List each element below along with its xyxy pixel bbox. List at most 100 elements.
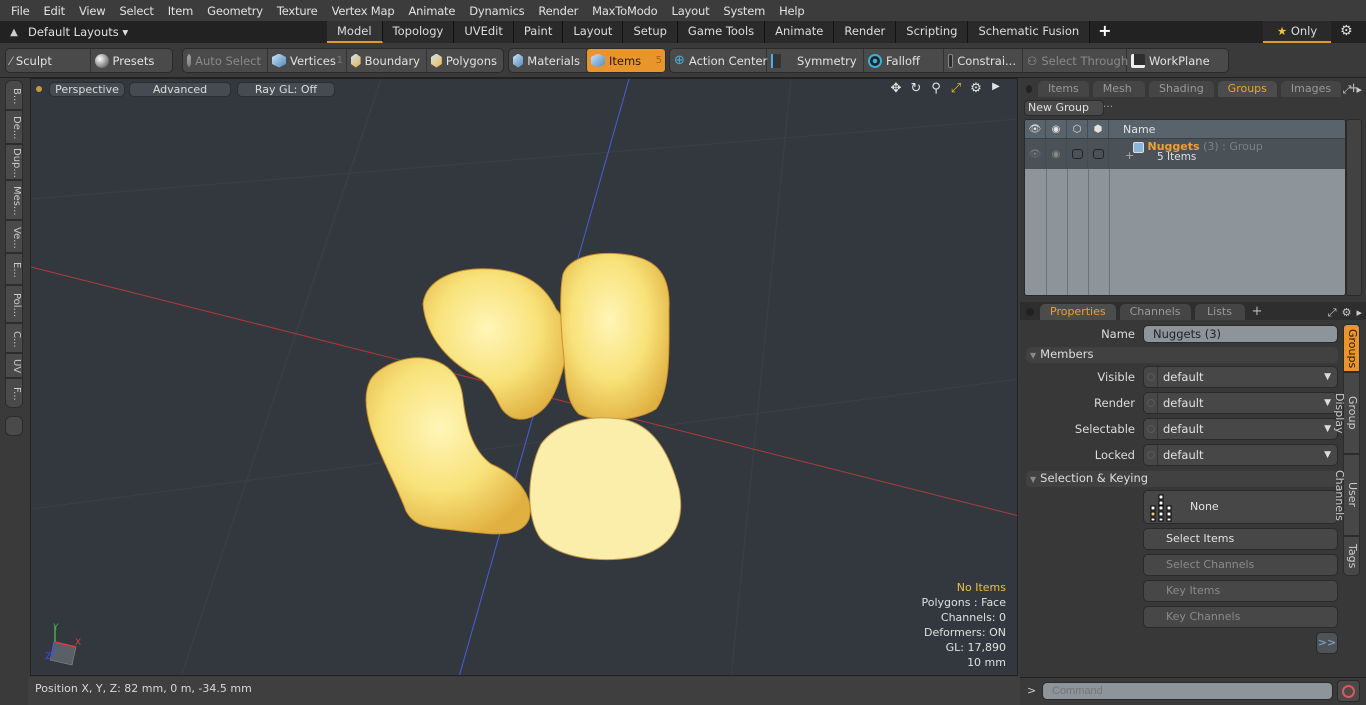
row-select-toggle[interactable] <box>1088 139 1109 169</box>
name-column-header[interactable]: Name <box>1109 123 1155 136</box>
members-section[interactable]: ▼ Members <box>1026 347 1338 363</box>
menu-dynamics[interactable]: Dynamics <box>462 4 531 18</box>
group-list-scrollbar[interactable] <box>1346 119 1362 296</box>
name-input[interactable]: Nuggets (3) <box>1143 325 1338 343</box>
arrow-right-icon[interactable]: ▸ <box>1356 306 1362 320</box>
only-toggle[interactable]: ★ Only <box>1263 21 1331 43</box>
menu-file[interactable]: File <box>4 4 36 18</box>
tab-animate[interactable]: Animate <box>765 21 835 43</box>
hierarchy-none-button[interactable]: None <box>1143 490 1338 524</box>
presets-button[interactable]: Presets <box>91 49 173 72</box>
tab-model[interactable]: Model <box>327 21 383 43</box>
symmetry-button[interactable]: Symmetry <box>767 49 864 72</box>
tab-paint[interactable]: Paint <box>513 21 564 43</box>
group-row-nuggets[interactable]: 👁 ◉ + Nuggets (3) : Group 5 Items <box>1025 138 1345 169</box>
gear-icon[interactable]: ⚙ <box>1342 306 1352 320</box>
left-tab-extra[interactable] <box>5 416 23 436</box>
select-items-button[interactable]: Select Items <box>1143 528 1338 550</box>
left-tab-vertex[interactable]: Ve... <box>5 220 23 253</box>
tab-items[interactable]: Items <box>1038 81 1089 97</box>
menu-edit[interactable]: Edit <box>36 4 71 18</box>
menu-animate[interactable]: Animate <box>401 4 462 18</box>
lock-cube-icon[interactable]: ⬡ <box>1067 120 1088 138</box>
key-items-button[interactable]: Key Items <box>1143 580 1338 602</box>
selectable-dropdown[interactable]: default ▼ <box>1143 418 1338 440</box>
add-panel-tab-button[interactable]: + <box>1249 304 1266 320</box>
new-group-button[interactable]: New Group <box>1024 100 1104 116</box>
constraints-button[interactable]: Constrai... <box>944 49 1023 72</box>
3d-viewport[interactable]: X Y Z Perspective Advanced Ray GL: Off ✥… <box>30 78 1018 676</box>
side-tab-tags[interactable]: Tags <box>1343 536 1360 576</box>
tab-shading[interactable]: Shading <box>1148 81 1214 97</box>
side-tab-group-display[interactable]: Group Display <box>1333 372 1360 454</box>
falloff-button[interactable]: Falloff <box>864 49 944 72</box>
tab-mesh[interactable]: Mesh ... <box>1092 81 1145 110</box>
selection-keying-section[interactable]: ▼ Selection & Keying <box>1026 471 1338 487</box>
menu-layout[interactable]: Layout <box>665 4 717 18</box>
tab-game-tools[interactable]: Game Tools <box>677 21 766 43</box>
menu-geometry[interactable]: Geometry <box>200 4 270 18</box>
tab-setup[interactable]: Setup <box>623 21 678 43</box>
panel-menu-dot[interactable] <box>1026 85 1032 93</box>
tab-images[interactable]: Images <box>1280 81 1342 97</box>
panel-menu-dot[interactable] <box>1026 308 1034 316</box>
menu-item[interactable]: Item <box>161 4 200 18</box>
select-cube-icon[interactable]: ⬢ <box>1088 120 1109 138</box>
arrow-right-icon[interactable]: ▸ <box>1356 83 1362 97</box>
zoom-icon[interactable]: ⚲ <box>929 81 943 96</box>
materials-button[interactable]: Materials <box>509 49 587 72</box>
left-tab-curve[interactable]: C... <box>5 323 23 353</box>
visibility-eye-icon[interactable]: 👁 <box>1025 120 1046 138</box>
tab-lists[interactable]: Lists <box>1194 304 1245 320</box>
locked-dropdown[interactable]: default ▼ <box>1143 444 1338 466</box>
tab-render[interactable]: Render <box>834 21 897 43</box>
tab-topology[interactable]: Topology <box>382 21 455 43</box>
menu-select[interactable]: Select <box>112 4 160 18</box>
sculpt-button[interactable]: ⁄ Sculpt <box>6 49 91 72</box>
shading-mode-button[interactable]: Advanced <box>129 82 231 97</box>
expand-icon[interactable]: ⤢ <box>1328 306 1337 320</box>
workplane-button[interactable]: WorkPlane <box>1127 49 1222 72</box>
nuggets-mesh[interactable] <box>365 252 682 561</box>
select-through-button[interactable]: ⚇ Select Through <box>1023 49 1128 72</box>
tab-groups[interactable]: Groups <box>1217 81 1277 97</box>
left-tab-fusion[interactable]: F... <box>5 378 23 408</box>
view-mode-button[interactable]: Perspective <box>49 82 125 97</box>
pan-icon[interactable]: ✥ <box>889 81 903 96</box>
select-channels-button[interactable]: Select Channels <box>1143 554 1338 576</box>
side-tab-user-channels[interactable]: User Channels <box>1333 454 1360 536</box>
tab-properties[interactable]: Properties <box>1040 304 1116 320</box>
menu-vertex-map[interactable]: Vertex Map <box>325 4 402 18</box>
render-icon[interactable]: ◉ <box>1046 120 1067 138</box>
maximize-icon[interactable]: ⤢ <box>949 81 963 96</box>
vertices-button[interactable]: Vertices 1 <box>268 49 347 72</box>
play-arrow-icon[interactable]: ▶ <box>989 81 1003 96</box>
viewport-status-dot[interactable] <box>36 86 42 92</box>
add-tab-button[interactable]: + <box>1090 21 1119 43</box>
tab-schematic-fusion[interactable]: Schematic Fusion <box>968 21 1091 43</box>
row-eye-icon[interactable]: 👁 <box>1025 139 1046 169</box>
more-button[interactable]: >> <box>1316 632 1338 654</box>
left-tab-duplicate[interactable]: Dup... <box>5 144 23 180</box>
polygons-button[interactable]: Polygons <box>427 49 503 72</box>
expand-icon[interactable]: ⤢ <box>1343 83 1352 97</box>
menu-texture[interactable]: Texture <box>270 4 325 18</box>
visible-dropdown[interactable]: default ▼ <box>1143 366 1338 388</box>
expand-plus-icon[interactable]: + <box>1125 149 1134 162</box>
menu-maxtomodo[interactable]: MaxToModo <box>585 4 664 18</box>
render-dropdown[interactable]: default ▼ <box>1143 392 1338 414</box>
tab-layout[interactable]: Layout <box>563 21 624 43</box>
gear-icon[interactable]: ⚙ <box>969 81 983 96</box>
key-channels-button[interactable]: Key Channels <box>1143 606 1338 628</box>
left-tab-uv[interactable]: UV <box>5 353 23 378</box>
gear-icon[interactable]: ⚙ <box>1340 23 1353 39</box>
left-tab-polygon[interactable]: Pol... <box>5 285 23 323</box>
record-macro-button[interactable] <box>1337 680 1360 702</box>
boundary-button[interactable]: Boundary <box>347 49 427 72</box>
left-tab-edge[interactable]: E... <box>5 253 23 285</box>
auto-select-button[interactable]: Auto Select <box>183 49 268 72</box>
items-button[interactable]: Items 5 <box>587 49 665 72</box>
side-tab-groups[interactable]: Groups <box>1343 324 1360 372</box>
collapse-up-icon[interactable]: ▲ <box>0 27 28 38</box>
left-tab-basic[interactable]: B... <box>5 80 23 110</box>
